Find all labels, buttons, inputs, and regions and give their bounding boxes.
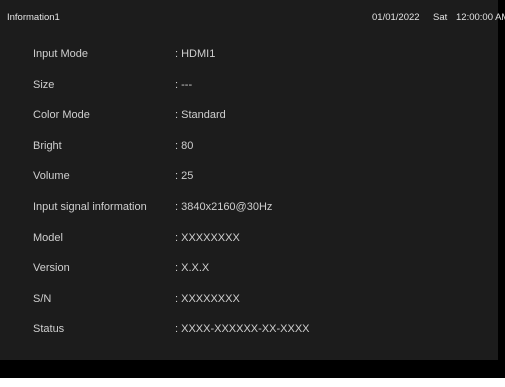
info-label: Input Mode	[33, 48, 89, 60]
osd-screen: Information1 01/01/2022 Sat 12:00:00 AM …	[0, 0, 505, 378]
info-row-input-mode: Input Mode : HDMI1	[0, 40, 498, 71]
info-value: : 25	[175, 170, 194, 183]
info-row-volume: Volume : 25	[0, 162, 498, 193]
panel-title: Information1	[7, 12, 60, 23]
info-label: Bright	[33, 139, 62, 152]
info-row-size: Size : ---	[0, 71, 498, 102]
info-label: Size	[33, 78, 55, 91]
header-date: 01/01/2022	[372, 12, 420, 23]
header-time: 12:00:00 AM	[456, 12, 505, 23]
info-label: S/N	[33, 292, 52, 305]
info-label: Volume	[33, 170, 70, 183]
info-value: : XXXX-XXXXXX-XX-XXXX	[175, 323, 310, 336]
info-label: Version	[33, 262, 70, 275]
header-day: Sat	[433, 12, 448, 23]
information-list: Input Mode : HDMI1 Size : --- Color Mode…	[0, 40, 498, 346]
info-row-input-signal: Input signal information : 3840x2160@30H…	[0, 193, 498, 224]
info-row-model: Model : XXXXXXXX	[0, 224, 498, 255]
info-row-bright: Bright : 80	[0, 132, 498, 163]
info-value: : 3840x2160@30Hz	[175, 200, 273, 213]
info-label: Color Mode	[33, 109, 90, 122]
info-row-version: Version : X.X.X	[0, 254, 498, 285]
info-row-color-mode: Color Mode : Standard	[0, 101, 498, 132]
info-label: Input signal information	[33, 200, 147, 213]
info-value: : 80	[175, 139, 194, 152]
info-label: Model	[33, 231, 63, 244]
info-value: : HDMI1	[175, 48, 216, 60]
info-label: Status	[33, 323, 65, 336]
info-value: : ---	[175, 78, 193, 91]
panel-header: Information1 01/01/2022 Sat 12:00:00 AM	[0, 0, 505, 36]
info-value: : XXXXXXXX	[175, 292, 240, 305]
info-row-status: Status : XXXX-XXXXXX-XX-XXXX	[0, 315, 498, 346]
info-row-serial-number: S/N : XXXXXXXX	[0, 285, 498, 316]
info-value: : Standard	[175, 109, 226, 122]
info-value: : XXXXXXXX	[175, 231, 240, 244]
info-value: : X.X.X	[175, 262, 210, 275]
information-panel: Information1 01/01/2022 Sat 12:00:00 AM …	[0, 0, 505, 360]
